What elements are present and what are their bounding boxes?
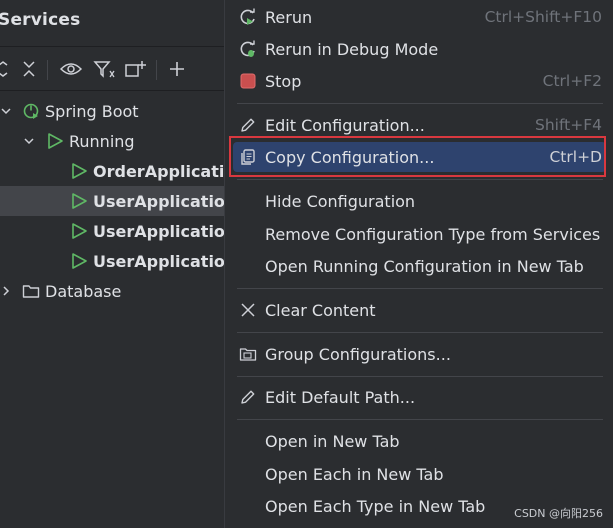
menu-item-open-each-in-new-tab[interactable]: Open Each in New Tab bbox=[233, 459, 606, 489]
toolbar-divider bbox=[47, 60, 48, 80]
menu-item-shortcut: Shift+F4 bbox=[535, 116, 602, 134]
menu-item-edit-default-path[interactable]: Edit Default Path... bbox=[233, 382, 606, 412]
tree-item-label: Spring Boot bbox=[45, 101, 139, 121]
menu-item-hide-configuration[interactable]: Hide Configuration bbox=[233, 186, 606, 216]
menu-item-rerun-debug[interactable]: Rerun in Debug Mode bbox=[233, 34, 606, 64]
folder-icon bbox=[22, 285, 40, 298]
watermark: CSDN @向阳256 bbox=[514, 507, 603, 520]
menu-item-group-configurations[interactable]: Group Configurations... bbox=[233, 339, 606, 369]
menu-separator bbox=[237, 376, 603, 377]
tree-item-user-application[interactable]: UserApplication bbox=[0, 246, 236, 276]
run-icon bbox=[72, 163, 87, 179]
rerun-debug-icon bbox=[239, 40, 257, 58]
menu-separator bbox=[237, 288, 603, 289]
menu-item-label: Rerun in Debug Mode bbox=[265, 39, 439, 59]
tree-item-user-application[interactable]: UserApplication bbox=[0, 216, 236, 246]
new-tab-icon[interactable] bbox=[122, 52, 148, 86]
menu-item-label: Open Running Configuration in New Tab bbox=[265, 256, 584, 276]
tree-item-running[interactable]: Running bbox=[0, 126, 224, 156]
run-icon bbox=[72, 223, 87, 239]
menu-item-remove-configuration-type[interactable]: Remove Configuration Type from Services bbox=[233, 219, 606, 249]
tree-item-label: Database bbox=[45, 281, 122, 301]
menu-item-label: Clear Content bbox=[265, 300, 376, 320]
pencil-icon bbox=[239, 116, 257, 134]
menu-separator bbox=[237, 103, 603, 104]
tree-item-order-application[interactable]: OrderApplication bbox=[0, 156, 247, 186]
run-icon bbox=[72, 193, 87, 209]
close-icon bbox=[239, 301, 257, 319]
chevron-right-icon[interactable] bbox=[0, 285, 12, 297]
menu-separator bbox=[237, 419, 603, 420]
menu-item-label: Edit Default Path... bbox=[265, 387, 416, 407]
expand-all-icon[interactable] bbox=[0, 52, 10, 86]
menu-item-label: Edit Configuration... bbox=[265, 115, 425, 135]
spring-boot-icon bbox=[23, 103, 39, 119]
pencil-icon bbox=[239, 388, 257, 406]
menu-item-label: Open in New Tab bbox=[265, 431, 400, 451]
menu-item-label: Open Each in New Tab bbox=[265, 464, 444, 484]
menu-item-label: Open Each Type in New Tab bbox=[265, 496, 486, 516]
chevron-down-icon[interactable] bbox=[23, 135, 35, 147]
chevron-down-icon[interactable] bbox=[0, 105, 12, 117]
menu-item-label: Rerun bbox=[265, 7, 313, 27]
menu-item-label: Hide Configuration bbox=[265, 191, 416, 211]
menu-item-clear-content[interactable]: Clear Content bbox=[233, 295, 606, 325]
run-icon bbox=[48, 133, 63, 149]
add-icon[interactable] bbox=[166, 52, 188, 86]
filter-icon[interactable] bbox=[92, 52, 116, 86]
menu-item-label: Group Configurations... bbox=[265, 344, 451, 364]
menu-item-open-running-configuration[interactable]: Open Running Configuration in New Tab bbox=[233, 251, 606, 281]
menu-item-label: Remove Configuration Type from Services bbox=[265, 224, 601, 244]
tree-item-label: UserApplication bbox=[93, 251, 237, 271]
run-icon bbox=[72, 253, 87, 269]
menu-item-stop[interactable]: Stop Ctrl+F2 bbox=[233, 66, 606, 96]
menu-item-shortcut: Ctrl+Shift+F10 bbox=[484, 8, 602, 26]
menu-separator bbox=[237, 179, 603, 180]
tree-item-spring-boot[interactable]: Spring Boot bbox=[0, 96, 224, 126]
toolbar-divider bbox=[156, 60, 157, 80]
group-folder-icon bbox=[239, 345, 257, 363]
menu-item-rerun[interactable]: Rerun Ctrl+Shift+F10 bbox=[233, 2, 606, 32]
services-title: Services bbox=[0, 10, 81, 30]
services-toolbar bbox=[0, 52, 224, 86]
context-menu: Rerun Ctrl+Shift+F10 Rerun in Debug Mode… bbox=[224, 0, 613, 528]
rerun-icon bbox=[239, 8, 257, 26]
divider bbox=[0, 46, 224, 47]
menu-item-shortcut: Ctrl+F2 bbox=[542, 72, 602, 90]
eye-icon[interactable] bbox=[58, 52, 84, 86]
tree-item-label: UserApplication bbox=[93, 191, 237, 211]
tree-item-database[interactable]: Database bbox=[0, 276, 224, 306]
menu-item-open-in-new-tab[interactable]: Open in New Tab bbox=[233, 426, 606, 456]
divider bbox=[0, 90, 224, 91]
tree-item-label: Running bbox=[69, 131, 135, 151]
stop-icon bbox=[239, 72, 257, 90]
annotation-highlight-box bbox=[229, 136, 606, 177]
collapse-all-icon[interactable] bbox=[18, 52, 40, 86]
menu-separator bbox=[237, 332, 603, 333]
services-panel: Services Spring Boot Running OrderApplic… bbox=[0, 0, 247, 528]
tree-item-label: UserApplication bbox=[93, 221, 237, 241]
menu-item-label: Stop bbox=[265, 71, 302, 91]
tree-item-user-application[interactable]: UserApplication bbox=[0, 186, 236, 216]
